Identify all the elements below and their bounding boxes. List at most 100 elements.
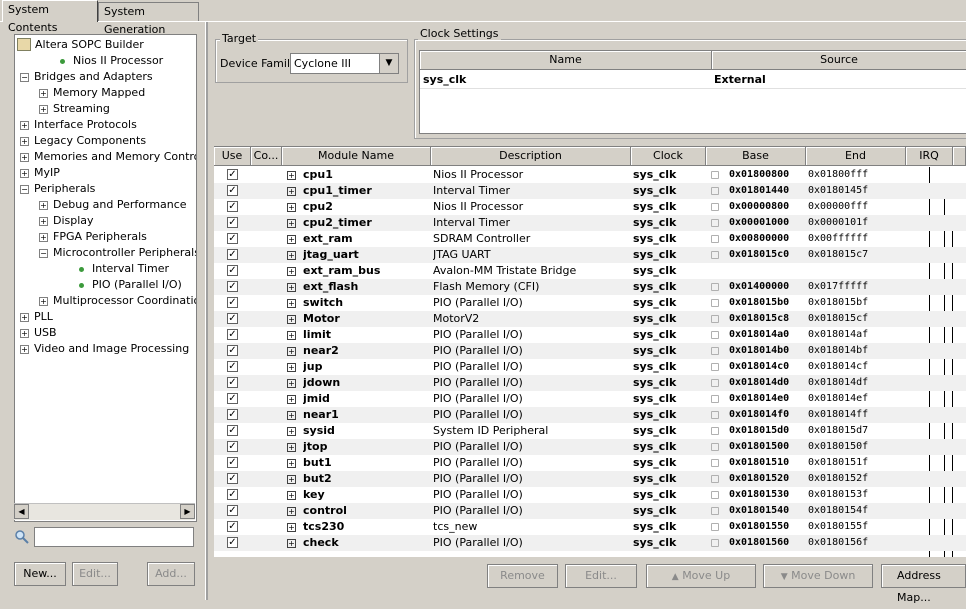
module-row[interactable]: ✓ + but2 PIO (Parallel I/O) sys_clk 0x0180152… xyxy=(214,471,966,487)
expand-icon[interactable]: + xyxy=(287,427,296,436)
base-address-cell[interactable] xyxy=(729,263,806,279)
module-name-cell[interactable]: control xyxy=(303,503,431,519)
lock-icon[interactable] xyxy=(711,315,719,323)
clock-cell[interactable]: sys_clk xyxy=(633,535,706,551)
end-address-cell[interactable]: 0x0180152f xyxy=(808,471,906,487)
use-checkbox[interactable]: ✓ xyxy=(227,361,238,372)
base-address-cell[interactable]: 0x01801560 xyxy=(729,535,806,551)
clock-cell[interactable]: sys_clk xyxy=(633,343,706,359)
tab-system-generation[interactable]: System Generation xyxy=(98,2,199,36)
end-address-cell[interactable]: 0x018015c7 xyxy=(808,247,906,263)
clock-cell[interactable]: sys_clk xyxy=(633,487,706,503)
module-row[interactable]: ✓ + limit PIO (Parallel I/O) sys_clk 0x018014… xyxy=(214,327,966,343)
col-clock[interactable]: Clock xyxy=(631,147,706,166)
module-row[interactable]: ✓ + cpu1 Nios II Processor sys_clk 0x01800800… xyxy=(214,167,966,183)
description-cell[interactable]: PIO (Parallel I/O) xyxy=(433,439,631,455)
col-irq[interactable]: IRQ xyxy=(906,147,953,166)
module-name-cell[interactable]: jup xyxy=(303,359,431,375)
expand-icon[interactable]: + xyxy=(287,523,296,532)
end-address-cell[interactable]: 0x0180151f xyxy=(808,455,906,471)
base-address-cell[interactable]: 0x018014d0 xyxy=(729,375,806,391)
component-search-input[interactable] xyxy=(34,527,194,547)
base-address-cell[interactable]: 0x01801510 xyxy=(729,455,806,471)
clock-col-source[interactable]: Source xyxy=(712,51,966,70)
lock-icon[interactable] xyxy=(711,283,719,291)
base-address-cell[interactable]: 0x01801440 xyxy=(729,183,806,199)
clock-cell[interactable]: sys_clk xyxy=(633,439,706,455)
module-row[interactable]: ✓ + key PIO (Parallel I/O) sys_clk 0x01801530… xyxy=(214,487,966,503)
component-library-tree[interactable]: Altera SOPC Builder Nios II Processor − Bri… xyxy=(14,34,197,522)
module-name-cell[interactable]: switch xyxy=(303,295,431,311)
expand-icon[interactable]: + xyxy=(287,283,296,292)
expand-icon[interactable]: + xyxy=(287,347,296,356)
end-address-cell[interactable] xyxy=(808,263,906,279)
end-address-cell[interactable]: 0x00000fff xyxy=(808,199,906,215)
expand-icon[interactable]: + xyxy=(287,475,296,484)
col-base[interactable]: Base xyxy=(706,147,806,166)
expand-icon[interactable]: + xyxy=(287,459,296,468)
module-name-cell[interactable]: key xyxy=(303,487,431,503)
use-checkbox[interactable]: ✓ xyxy=(227,217,238,228)
use-checkbox[interactable]: ✓ xyxy=(227,457,238,468)
expand-icon[interactable]: + xyxy=(287,187,296,196)
scroll-left-arrow-icon[interactable]: ◀ xyxy=(14,504,29,519)
lock-icon[interactable] xyxy=(711,427,719,435)
base-address-cell[interactable]: 0x00800000 xyxy=(729,231,806,247)
expand-icon[interactable]: + xyxy=(287,379,296,388)
description-cell[interactable]: Interval Timer xyxy=(433,183,631,199)
description-cell[interactable]: Avalon-MM Tristate Bridge xyxy=(433,263,631,279)
module-row[interactable]: ✓ + ext_flash Flash Memory (CFI) sys_clk 0x01… xyxy=(214,279,966,295)
expand-icon[interactable]: + xyxy=(287,395,296,404)
module-row[interactable]: ✓ + check PIO (Parallel I/O) sys_clk 0x018015… xyxy=(214,535,966,551)
module-name-cell[interactable]: jtop xyxy=(303,439,431,455)
description-cell[interactable]: Interval Timer xyxy=(433,215,631,231)
address-map-button[interactable]: Address Map... xyxy=(881,564,966,604)
base-address-cell[interactable]: 0x018015b0 xyxy=(729,295,806,311)
expand-icon[interactable]: + xyxy=(39,233,48,242)
use-checkbox[interactable]: ✓ xyxy=(227,265,238,276)
col-end[interactable]: End xyxy=(806,147,906,166)
clock-cell[interactable]: sys_clk xyxy=(633,503,706,519)
end-address-cell[interactable]: 0x0180150f xyxy=(808,439,906,455)
description-cell[interactable]: PIO (Parallel I/O) xyxy=(433,407,631,423)
module-row[interactable]: ✓ + ext_ram_bus Avalon-MM Tristate Bridge sy… xyxy=(214,263,966,279)
expand-icon[interactable]: + xyxy=(287,171,296,180)
lock-icon[interactable] xyxy=(711,235,719,243)
module-row[interactable]: ✓ + control PIO (Parallel I/O) sys_clk 0x0180… xyxy=(214,503,966,519)
description-cell[interactable]: PIO (Parallel I/O) xyxy=(433,359,631,375)
module-row[interactable]: ✓ + cpu2_timer Interval Timer sys_clk 0x00001… xyxy=(214,215,966,231)
move-up-button[interactable]: ▲ Move Up xyxy=(646,564,756,588)
lock-icon[interactable] xyxy=(711,171,719,179)
module-name-cell[interactable]: Motor xyxy=(303,311,431,327)
expand-icon[interactable]: + xyxy=(20,345,29,354)
col-use[interactable]: Use xyxy=(214,147,251,166)
description-cell[interactable]: PIO (Parallel I/O) xyxy=(433,455,631,471)
remove-button[interactable]: Remove xyxy=(487,564,558,588)
lock-icon[interactable] xyxy=(711,347,719,355)
col-connections[interactable]: Co... xyxy=(251,147,282,166)
clock-cell[interactable]: sys_clk xyxy=(633,311,706,327)
expand-icon[interactable]: + xyxy=(20,137,29,146)
expand-icon[interactable]: + xyxy=(39,201,48,210)
module-row[interactable]: ✓ + switch PIO (Parallel I/O) sys_clk 0x01801… xyxy=(214,295,966,311)
base-address-cell[interactable]: 0x00001000 xyxy=(729,215,806,231)
lock-icon[interactable] xyxy=(711,187,719,195)
lock-icon[interactable] xyxy=(711,203,719,211)
base-address-cell[interactable]: 0x01801520 xyxy=(729,471,806,487)
module-name-cell[interactable]: ext_flash xyxy=(303,279,431,295)
use-checkbox[interactable]: ✓ xyxy=(227,521,238,532)
lock-icon[interactable] xyxy=(711,379,719,387)
module-name-cell[interactable]: but1 xyxy=(303,455,431,471)
clock-source-cell[interactable]: External xyxy=(714,73,766,86)
use-checkbox[interactable]: ✓ xyxy=(227,537,238,548)
module-name-cell[interactable]: ext_ram_bus xyxy=(303,263,431,279)
expand-icon[interactable]: + xyxy=(287,443,296,452)
add-component-button[interactable]: Add... xyxy=(147,562,195,586)
clock-table[interactable]: Name Source sys_clk External xyxy=(419,50,966,134)
base-address-cell[interactable]: 0x01801550 xyxy=(729,519,806,535)
module-name-cell[interactable]: sysid xyxy=(303,423,431,439)
expand-icon[interactable]: + xyxy=(287,299,296,308)
description-cell[interactable]: System ID Peripheral xyxy=(433,423,631,439)
module-name-cell[interactable]: jtag_uart xyxy=(303,247,431,263)
end-address-cell[interactable]: 0x017fffff xyxy=(808,279,906,295)
